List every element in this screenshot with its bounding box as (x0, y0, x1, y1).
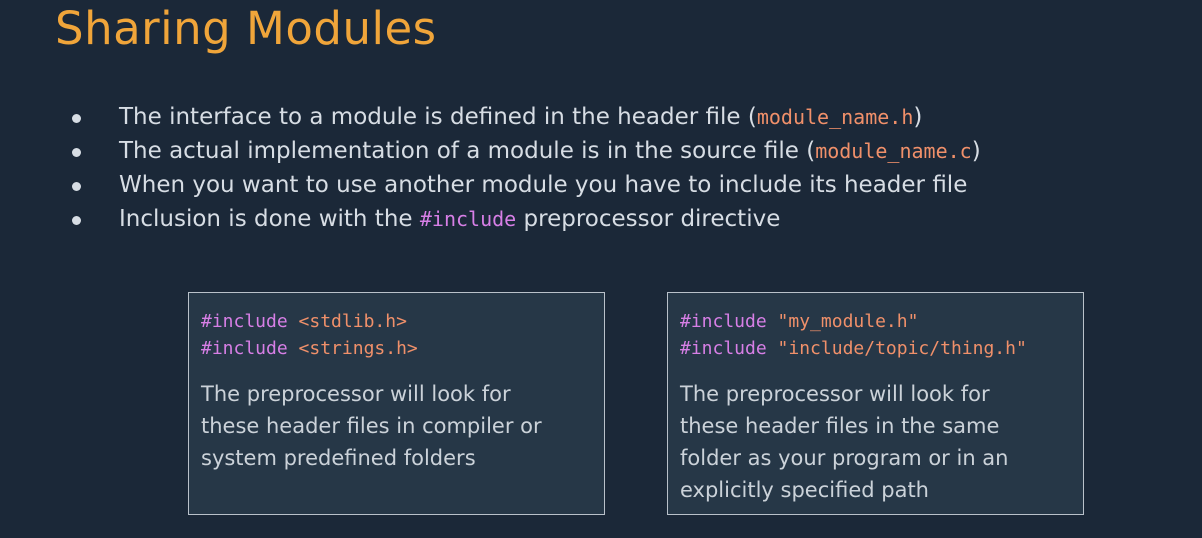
code-line: #include "my_module.h" (680, 308, 1071, 335)
code-line: #include <stdlib.h> (201, 308, 592, 335)
bullet-dot-icon (72, 216, 81, 225)
bullet-text-before: The actual implementation of a module is… (119, 138, 816, 164)
include-keyword: #include (201, 311, 288, 332)
include-keyword: #include (680, 338, 767, 359)
code-line: #include <strings.h> (201, 335, 592, 362)
bullet-text-after: preprocessor directive (516, 206, 781, 232)
inline-code: module_name.c (815, 139, 972, 163)
inline-code: #include (419, 207, 517, 231)
system-include-box: #include <stdlib.h> #include <strings.h>… (188, 292, 605, 515)
include-target: "my_module.h" (777, 311, 919, 332)
include-target: <stdlib.h> (298, 311, 407, 332)
include-keyword: #include (201, 338, 288, 359)
bullet-text-before: The interface to a module is defined in … (119, 104, 757, 130)
bullet-text: When you want to use another module you … (119, 168, 967, 202)
bullet-dot-icon (72, 182, 81, 191)
slide-title: Sharing Modules (55, 2, 437, 55)
bullet-text-before: Inclusion is done with the (119, 206, 420, 232)
box-description: The preprocessor will look for these hea… (680, 382, 1009, 502)
inline-code: module_name.h (756, 105, 914, 129)
bullet-text: Inclusion is done with the #include prep… (119, 202, 780, 236)
bullet-text: The interface to a module is defined in … (119, 100, 922, 134)
bullet-dot-icon (72, 114, 81, 123)
bullet-text: The actual implementation of a module is… (119, 134, 981, 168)
local-include-box: #include "my_module.h" #include "include… (667, 292, 1084, 515)
code-line: #include "include/topic/thing.h" (680, 335, 1071, 362)
include-target: "include/topic/thing.h" (777, 338, 1027, 359)
box-description: The preprocessor will look for these hea… (201, 382, 542, 470)
bullet-text-after: ) (971, 138, 981, 164)
include-target: <strings.h> (298, 338, 418, 359)
bullet-dot-icon (72, 148, 81, 157)
include-keyword: #include (680, 311, 767, 332)
bullet-text-before: When you want to use another module you … (119, 172, 968, 198)
bullet-text-after: ) (913, 104, 923, 130)
